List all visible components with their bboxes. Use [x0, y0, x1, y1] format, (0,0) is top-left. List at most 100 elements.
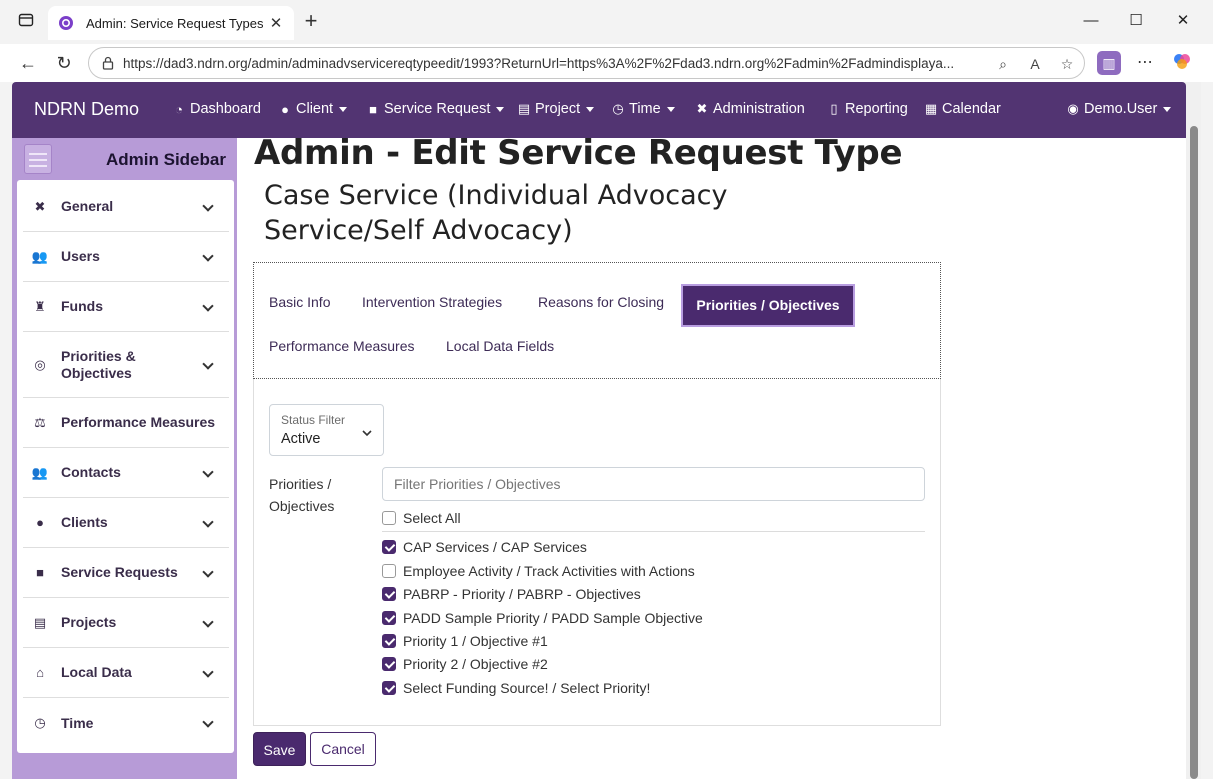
clipboard-icon: ▤	[517, 101, 531, 116]
minimize-icon[interactable]: —	[1078, 10, 1104, 32]
tab-reasons-for-closing[interactable]: Reasons for Closing	[538, 294, 664, 310]
close-window-icon[interactable]: ✕	[1170, 10, 1196, 32]
sidebar-item-service-requests[interactable]: ■ Service Requests	[23, 548, 229, 598]
priority-option-select-funding-source[interactable]: Select Funding Source! / Select Priority…	[382, 680, 650, 696]
sidebar-item-contacts[interactable]: 👥 Contacts	[23, 448, 229, 498]
clock-icon: ◷	[34, 715, 46, 730]
target-icon: ◎	[34, 356, 46, 372]
chevron-down-icon	[203, 360, 213, 370]
checkbox-checked[interactable]	[382, 540, 396, 554]
tab-priorities-objectives[interactable]: Priorities / Objectives	[681, 284, 855, 327]
chevron-down-icon	[362, 425, 372, 437]
checkbox[interactable]	[382, 564, 396, 578]
priority-option-priority-1[interactable]: Priority 1 / Objective #1	[382, 633, 548, 649]
new-tab-icon[interactable]: +	[300, 10, 322, 34]
users-icon: 👥	[31, 248, 49, 264]
checkbox-checked[interactable]	[382, 657, 396, 671]
nav-dashboard[interactable]: ◔ Dashboard	[172, 101, 261, 117]
user-menu[interactable]: ◉ Demo.User	[1066, 101, 1172, 117]
sidebar-item-time[interactable]: ◷ Time	[23, 698, 229, 748]
browser-tabbar: Admin: Service Request Types ✕ + — ☐ ✕	[0, 0, 1213, 44]
tab-performance-measures[interactable]: Performance Measures	[269, 338, 415, 354]
priority-option-employee-activity[interactable]: Employee Activity / Track Activities wit…	[382, 563, 695, 579]
briefcase-icon: ■	[369, 101, 377, 117]
sidebar-item-local-data[interactable]: ⌂ Local Data	[23, 648, 229, 698]
priorities-filter-input[interactable]	[382, 467, 925, 501]
priority-option-priority-2[interactable]: Priority 2 / Objective #2	[382, 656, 548, 672]
service-request-type-name: Case Service (Individual Advocacy Servic…	[264, 180, 728, 246]
scrollbar-thumb[interactable]	[1190, 126, 1198, 779]
checkbox-checked[interactable]	[382, 587, 396, 601]
chevron-down-icon	[203, 302, 213, 312]
sidebar-item-projects[interactable]: ▤ Projects	[23, 598, 229, 648]
address-bar[interactable]: https://dad3.ndrn.org/admin/adminadvserv…	[88, 47, 1085, 79]
back-icon[interactable]: ←	[16, 52, 40, 74]
priority-option-cap-services[interactable]: CAP Services / CAP Services	[382, 539, 587, 555]
save-button[interactable]: Save	[253, 732, 306, 766]
tab-bar: Basic Info Intervention Strategies Reaso…	[253, 262, 941, 379]
tab-local-data-fields[interactable]: Local Data Fields	[446, 338, 554, 354]
nav-administration[interactable]: ✖ Administration	[695, 101, 805, 117]
sidebar-title: Admin Sidebar	[106, 150, 226, 169]
tools-icon: ✖	[696, 101, 708, 116]
clock-icon: ◷	[612, 101, 624, 116]
checkbox-checked[interactable]	[382, 634, 396, 648]
copilot-icon[interactable]	[1170, 51, 1194, 75]
hamburger-icon[interactable]	[24, 144, 52, 174]
browser-toolbar: ← ↻ https://dad3.ndrn.org/admin/adminadv…	[0, 44, 1213, 82]
chevron-down-icon	[203, 718, 213, 728]
checkbox[interactable]	[382, 511, 396, 525]
tools-icon: ✖	[34, 198, 46, 214]
sidebar-item-funds[interactable]: ♜ Funds	[23, 282, 229, 332]
select-all-checkbox[interactable]: Select All	[382, 510, 461, 526]
window-edge	[1201, 82, 1213, 779]
nav-calendar[interactable]: ▦ Calendar	[924, 101, 1001, 117]
chevron-down-icon	[203, 202, 213, 212]
checkbox-checked[interactable]	[382, 611, 396, 625]
priority-option-pabrp[interactable]: PABRP - Priority / PABRP - Objectives	[382, 586, 641, 602]
url-text: https://dad3.ndrn.org/admin/adminadvserv…	[123, 56, 955, 71]
priority-option-padd-sample[interactable]: PADD Sample Priority / PADD Sample Objec…	[382, 610, 703, 626]
calendar-icon: ▦	[924, 101, 938, 116]
chevron-down-icon	[203, 568, 213, 578]
brand-logo[interactable]: NDRN Demo	[34, 99, 139, 120]
browser-tab[interactable]: Admin: Service Request Types ✕	[48, 6, 294, 40]
chevron-down-icon	[203, 518, 213, 528]
refresh-icon[interactable]: ↻	[52, 52, 76, 74]
sidebar-item-clients[interactable]: ● Clients	[23, 498, 229, 548]
profile-avatar-icon[interactable]: ▥	[1097, 51, 1121, 75]
status-filter-select[interactable]: Status Filter Active	[269, 404, 384, 456]
sidebar-item-users[interactable]: 👥 Users	[23, 232, 229, 282]
checkbox-checked[interactable]	[382, 681, 396, 695]
file-icon: ▯	[830, 101, 838, 116]
dashboard-icon: ◔	[175, 101, 183, 117]
tab-title: Admin: Service Request Types	[86, 15, 264, 31]
page-scrollbar[interactable]	[1186, 82, 1201, 779]
cancel-button[interactable]: Cancel	[310, 732, 376, 766]
nav-reporting[interactable]: ▯ Reporting	[827, 101, 907, 117]
sidebar-item-general[interactable]: ✖ General	[23, 182, 229, 232]
user-icon: ●	[281, 101, 289, 117]
caret-down-icon	[1163, 106, 1172, 112]
money-bag-icon: ♜	[34, 298, 46, 314]
nav-service-request[interactable]: ■ Service Request	[366, 101, 505, 117]
sidebar-item-performance-measures[interactable]: ⚖ Performance Measures	[23, 398, 229, 448]
chevron-down-icon	[203, 252, 213, 262]
tab-intervention-strategies[interactable]: Intervention Strategies	[362, 294, 502, 310]
tab-actions-icon[interactable]	[16, 12, 36, 32]
nav-project[interactable]: ▤ Project	[517, 101, 595, 117]
nav-time[interactable]: ◷ Time	[611, 101, 675, 117]
nav-client[interactable]: ● Client	[278, 101, 348, 117]
admin-sidebar: Admin Sidebar ✖ General 👥 Users ♜ Funds …	[12, 138, 237, 779]
read-aloud-icon[interactable]: A	[1025, 54, 1045, 74]
chevron-down-icon	[203, 468, 213, 478]
sidebar-item-priorities-objectives[interactable]: ◎ Priorities & Objectives	[23, 332, 229, 398]
priorities-objectives-label: Priorities / Objectives	[269, 476, 335, 514]
tab-basic-info[interactable]: Basic Info	[269, 294, 330, 310]
zoom-icon[interactable]: ⌕	[993, 54, 1013, 74]
close-tab-icon[interactable]: ✕	[268, 14, 284, 32]
house-icon: ⌂	[36, 665, 44, 680]
favorite-star-icon[interactable]: ☆	[1057, 54, 1077, 74]
maximize-icon[interactable]: ☐	[1123, 10, 1149, 32]
more-options-icon[interactable]: ⋯	[1133, 51, 1157, 75]
